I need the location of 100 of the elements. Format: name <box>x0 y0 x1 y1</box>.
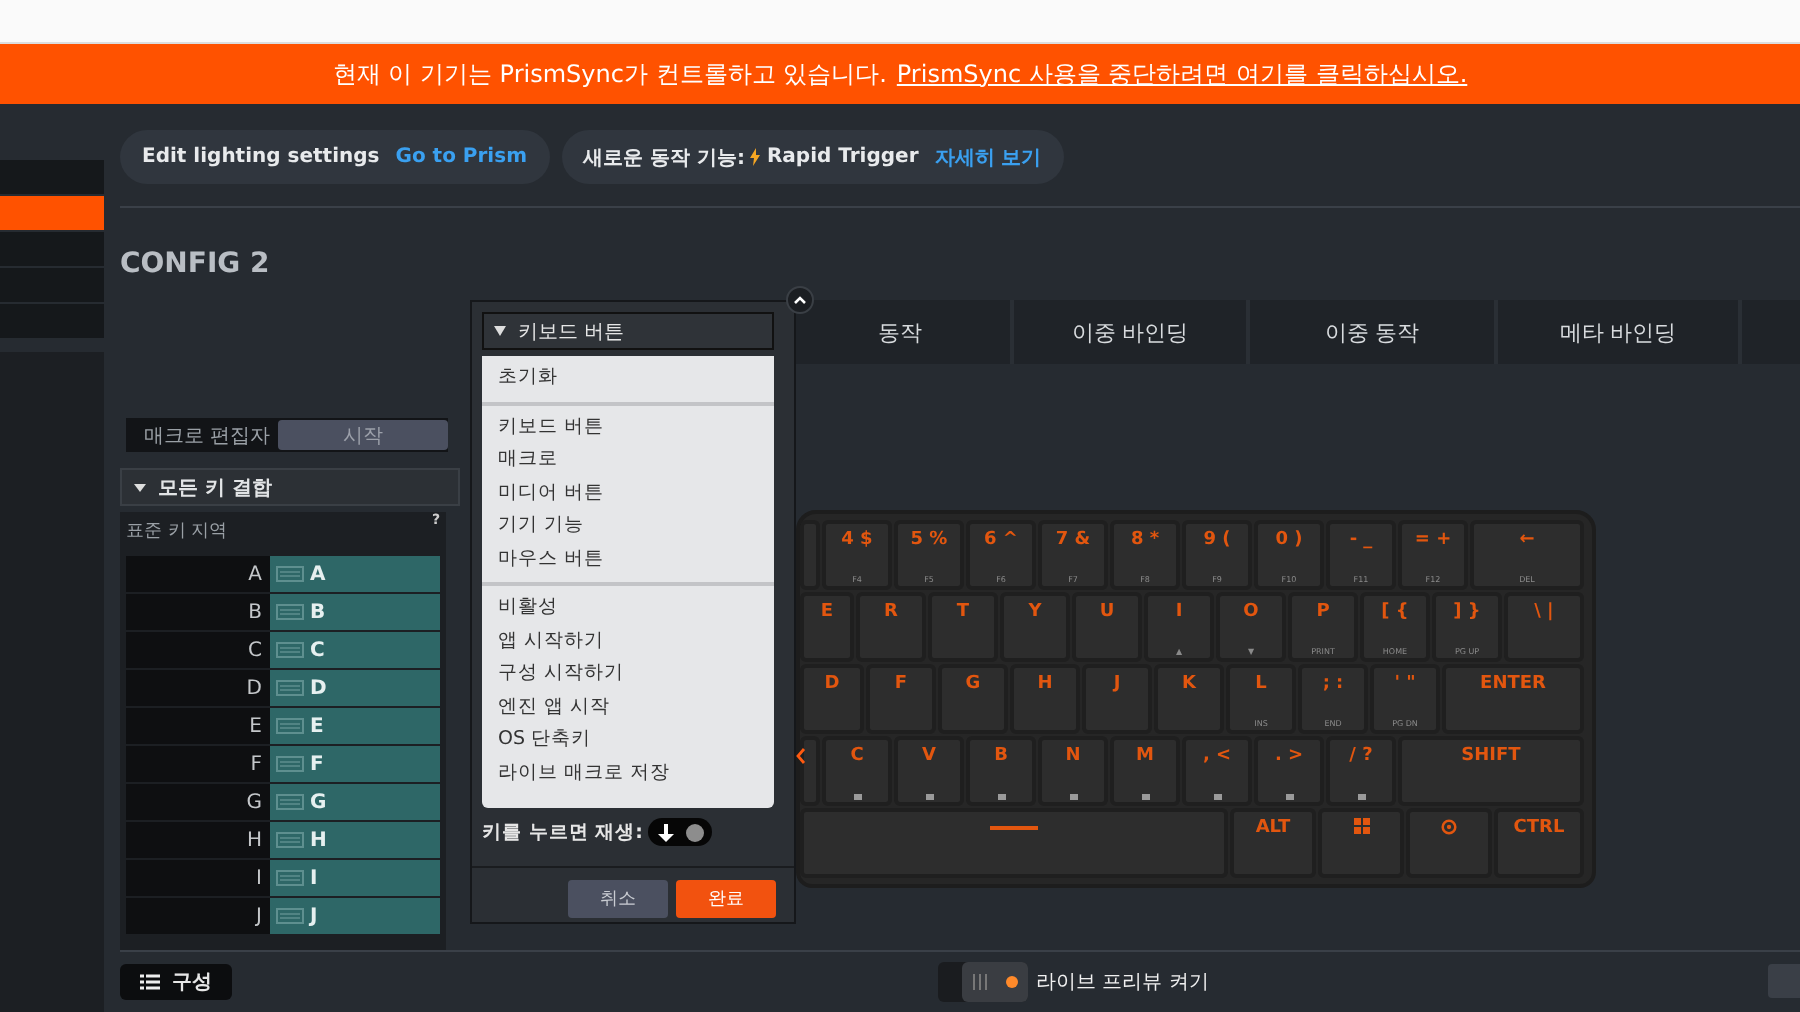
keyboard-key[interactable]: T <box>928 592 998 662</box>
key-label: CTRL <box>1513 818 1565 838</box>
key-label: 8 * <box>1130 530 1160 550</box>
down-arrow-icon <box>658 823 675 841</box>
key-label: I <box>1175 602 1183 622</box>
keyboard-key[interactable]: E <box>800 592 854 662</box>
start-button[interactable]: 시작 <box>278 420 448 450</box>
binding-tab[interactable]: 이중 동작 <box>1250 300 1498 364</box>
key-label: \ | <box>1534 602 1554 622</box>
keyboard-key[interactable]: CTRL <box>1494 808 1584 878</box>
key-label: H <box>1037 674 1053 694</box>
windows-icon <box>1353 818 1369 834</box>
playback-toggle[interactable] <box>648 818 713 846</box>
key-binding-cell[interactable]: A <box>270 556 440 592</box>
menu-item[interactable]: 앱 시작하기 <box>482 625 774 658</box>
key-binding-cell[interactable]: I <box>270 860 440 896</box>
keyboard-key[interactable]: C <box>822 736 892 806</box>
sidebar-item[interactable] <box>0 160 104 194</box>
keyboard-icon <box>276 908 304 924</box>
key-binding-cell[interactable]: G <box>270 784 440 820</box>
keyboard-key[interactable]: F <box>866 664 936 734</box>
notice-link[interactable]: Go to Prism <box>395 146 527 168</box>
menu-item[interactable]: 라이브 매크로 저장 <box>482 757 774 790</box>
keyboard-key[interactable] <box>1318 808 1404 878</box>
binding-label: I <box>310 867 318 889</box>
keyboard-key[interactable]: B <box>966 736 1036 806</box>
key-label: F <box>894 674 908 694</box>
keyboard-key[interactable]: V <box>894 736 964 806</box>
keyboard-icon <box>276 756 304 772</box>
keyboard-key[interactable]: K <box>1154 664 1224 734</box>
keyboard-icon <box>276 604 304 620</box>
keyboard-key[interactable]: D <box>800 664 864 734</box>
key-label: 0 ) <box>1275 530 1303 550</box>
key-label: / ? <box>1349 746 1373 766</box>
keyboard-key[interactable]: R <box>856 592 926 662</box>
keyboard-key[interactable]: / ? <box>1326 736 1396 806</box>
menu-item[interactable]: 매크로 <box>482 444 774 477</box>
menu-item[interactable]: 엔진 앱 시작 <box>482 691 774 724</box>
binding-label: A <box>310 563 326 585</box>
key-name-cell: F <box>126 746 270 782</box>
key-binding-cell[interactable]: F <box>270 746 440 782</box>
key-label: 9 ( <box>1203 530 1231 550</box>
key-binding-cell[interactable]: B <box>270 594 440 630</box>
keyboard-key[interactable] <box>1406 808 1492 878</box>
key-binding-cell[interactable]: D <box>270 670 440 706</box>
key-label: [ { <box>1381 602 1409 622</box>
menu-item[interactable]: 기기 기능 <box>482 510 774 543</box>
menu-item[interactable]: OS 단축키 <box>482 724 774 757</box>
live-preview-toggle[interactable] <box>938 962 1028 1002</box>
menu-item[interactable]: 미디어 버튼 <box>482 477 774 510</box>
chevron-left-icon[interactable] <box>796 748 806 764</box>
keyboard-key[interactable]: U <box>1072 592 1142 662</box>
keyboard-key[interactable]: J <box>1082 664 1152 734</box>
keyboard-icon <box>276 870 304 886</box>
keyboard-key[interactable]: H <box>1010 664 1080 734</box>
menu-item[interactable]: 비활성 <box>482 592 774 625</box>
keyboard-key[interactable] <box>800 736 820 806</box>
key-name-cell: C <box>126 632 270 668</box>
key-binding-cell[interactable]: H <box>270 822 440 858</box>
keyboard-key[interactable]: ALT <box>1230 808 1316 878</box>
keyboard-key[interactable]: . > <box>1254 736 1324 806</box>
cancel-button[interactable]: 취소 <box>568 880 668 918</box>
key-label: C <box>850 746 864 766</box>
playback-label: 키를 누르면 재생: <box>482 819 643 845</box>
key-label: V <box>922 746 936 766</box>
keyboard-key[interactable]: M <box>1110 736 1180 806</box>
menu-item[interactable]: 키보드 버튼 <box>482 411 774 444</box>
keyboard-key[interactable]: SHIFT <box>1398 736 1584 806</box>
keyboard-icon <box>276 680 304 696</box>
key-binding-cell[interactable]: C <box>270 632 440 668</box>
sidebar-item[interactable] <box>0 196 104 230</box>
binding-type-dropdown[interactable]: 키보드 버튼 <box>482 312 774 350</box>
key-label: O <box>1243 602 1259 622</box>
key-name-cell: E <box>126 708 270 744</box>
keyboard-key[interactable]: G <box>938 664 1008 734</box>
notice-link[interactable]: 자세히 보기 <box>934 143 1042 171</box>
binding-label: G <box>310 791 327 813</box>
config-button[interactable]: 구성 <box>120 964 232 1000</box>
spacebar-line-icon <box>990 826 1038 830</box>
key-name-cell: J <box>126 898 270 934</box>
keyboard-key[interactable]: Y <box>1000 592 1070 662</box>
menu-item[interactable]: 마우스 버튼 <box>482 543 774 576</box>
keyboard-key[interactable]: \ | <box>1504 592 1584 662</box>
binding-tab[interactable]: 메타 바인딩 <box>1498 300 1742 364</box>
sidebar-item[interactable] <box>0 232 104 266</box>
keyboard-key[interactable]: ENTER <box>1442 664 1584 734</box>
keyboard-icon <box>276 832 304 848</box>
key-label: - _ <box>1349 530 1373 550</box>
done-button[interactable]: 완료 <box>676 880 776 918</box>
collapse-button[interactable] <box>786 286 814 314</box>
binding-tab[interactable]: 이중 바인딩 <box>1014 300 1250 364</box>
key-binding-cell[interactable]: E <box>270 708 440 744</box>
key-binding-cell[interactable]: J <box>270 898 440 934</box>
key-group-header[interactable]: 모든 키 결합 <box>120 468 460 506</box>
stop-sync-link[interactable]: PrismSync 사용을 중단하려면 여기를 클릭하십시오. <box>896 57 1468 91</box>
keyboard-key[interactable]: , < <box>1182 736 1252 806</box>
keyboard-key[interactable]: N <box>1038 736 1108 806</box>
menu-item[interactable]: 구성 시작하기 <box>482 658 774 691</box>
banner-text: 현재 이 기기는 PrismSync가 컨트롤하고 있습니다. <box>332 57 887 91</box>
menu-item[interactable]: 초기화 <box>482 362 774 395</box>
